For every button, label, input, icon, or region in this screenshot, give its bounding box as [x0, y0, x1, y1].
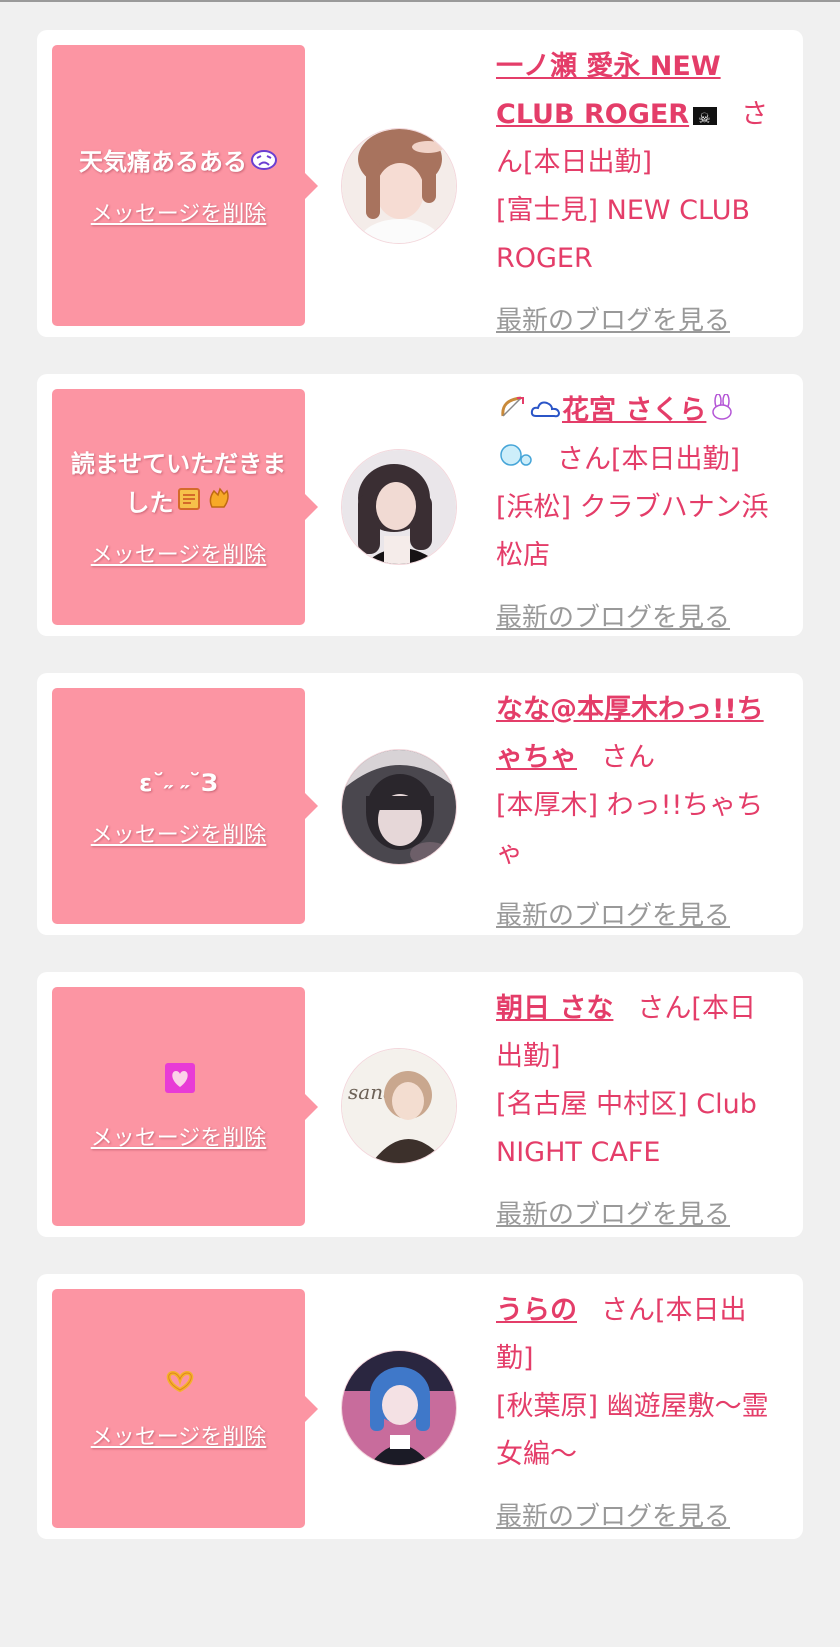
shop-name: [本厚木] わっ!!ちゃちゃ — [496, 790, 764, 869]
message-text — [160, 1366, 197, 1406]
latest-blog-link[interactable]: 最新のブログを見る — [496, 594, 730, 636]
message-text: ε˘˶ ˶˘З — [139, 768, 218, 797]
cast-info: 一ノ瀬 愛永 NEW CLUB ROGERさん[本日出勤] [富士見] NEW … — [496, 43, 778, 337]
avatar[interactable] — [341, 449, 457, 565]
message-bubble: ε˘˶ ˶˘З メッセージを削除 — [52, 688, 318, 924]
message-bubble: 読ませていただきました メッセージを削除 — [52, 389, 318, 625]
rabbit-icon — [709, 388, 735, 436]
delete-message-link[interactable]: メッセージを削除 — [91, 196, 267, 228]
cast-name-link[interactable]: うらの — [496, 1295, 577, 1326]
avatar[interactable] — [341, 749, 457, 865]
shop-name: [富士見] NEW CLUB ROGER — [496, 195, 751, 274]
top-divider — [0, 0, 840, 2]
cast-name-link[interactable]: 朝日 さな — [496, 993, 613, 1024]
bow-and-arrow-icon — [499, 388, 527, 436]
message-list: 天気痛あるある メッセージを削除 一ノ瀬 愛永 NEW CLUB ROGERさん… — [37, 30, 803, 1576]
delete-message-link[interactable]: メッセージを削除 — [91, 817, 267, 849]
message-card: メッセージを削除 sana 朝日 さな さん[本日出勤] [名古屋 中村区] Cl… — [37, 972, 803, 1237]
latest-blog-link[interactable]: 最新のブログを見る — [496, 1191, 730, 1237]
delete-message-link[interactable]: メッセージを削除 — [91, 1419, 267, 1451]
message-text — [161, 1062, 196, 1106]
heart-box-icon — [164, 1062, 196, 1106]
shop-name: [秋葉原] 幽遊屋敷～霊女編～ — [496, 1391, 769, 1470]
latest-blog-link[interactable]: 最新のブログを見る — [496, 892, 730, 935]
delete-message-link[interactable]: メッセージを削除 — [91, 1120, 267, 1152]
shop-name: [浜松] クラブハナン浜松店 — [496, 492, 769, 571]
cast-suffix: さん — [601, 742, 655, 773]
cast-info: なな@本厚木わっ!!ちゃちゃ さん [本厚木] わっ!!ちゃちゃ 最新のブログを見… — [496, 686, 778, 935]
avatar[interactable]: sana — [341, 1048, 457, 1164]
latest-blog-link[interactable]: 最新のブログを見る — [496, 1493, 730, 1539]
pirate-flag-icon — [693, 95, 718, 143]
cast-suffix: さん[本日出勤] — [557, 443, 741, 475]
message-card: ε˘˶ ˶˘З メッセージを削除 なな@本厚木わっ!!ちゃちゃ さん [本厚木] … — [37, 673, 803, 935]
message-text: 読ませていただきました — [66, 445, 291, 524]
cast-info: 花宮 さくら さん[本日出勤] [浜松] クラブハナン浜松店 最新のブログを見る — [496, 387, 778, 636]
message-bubble: 天気痛あるある メッセージを削除 — [52, 45, 318, 326]
cast-name-link[interactable]: 一ノ瀬 愛永 NEW CLUB ROGER — [496, 51, 721, 143]
shop-name: [名古屋 中村区] Club NIGHT CAFE — [496, 1089, 757, 1168]
message-bubble: メッセージを削除 — [52, 987, 318, 1226]
cast-info: うらの さん[本日出勤] [秋葉原] 幽遊屋敷～霊女編～ 最新のブログを見る — [496, 1287, 778, 1539]
message-bubble: メッセージを削除 — [52, 1289, 318, 1528]
message-text: 天気痛あるある — [79, 143, 278, 183]
avatar[interactable] — [341, 128, 457, 244]
heart-hands-icon — [163, 1366, 197, 1405]
latest-blog-link[interactable]: 最新のブログを見る — [496, 297, 730, 337]
bubbles-icon — [499, 436, 533, 484]
notebook-icon — [177, 484, 203, 523]
cloud-icon — [530, 388, 562, 436]
delete-message-link[interactable]: メッセージを削除 — [91, 537, 267, 569]
clapping-hands-icon — [206, 484, 232, 523]
sad-face-icon — [250, 143, 278, 182]
message-card: メッセージを削除 うらの さん[本日出勤] [秋葉原] 幽遊屋敷～霊女編～ 最新の… — [37, 1274, 803, 1539]
message-card: 天気痛あるある メッセージを削除 一ノ瀬 愛永 NEW CLUB ROGERさん… — [37, 30, 803, 337]
avatar[interactable] — [341, 1350, 457, 1466]
message-card: 読ませていただきました メッセージを削除 花宮 さくら さん[本日出勤] [浜松]… — [37, 374, 803, 636]
cast-info: 朝日 さな さん[本日出勤] [名古屋 中村区] Club NIGHT CAFE … — [496, 985, 778, 1237]
